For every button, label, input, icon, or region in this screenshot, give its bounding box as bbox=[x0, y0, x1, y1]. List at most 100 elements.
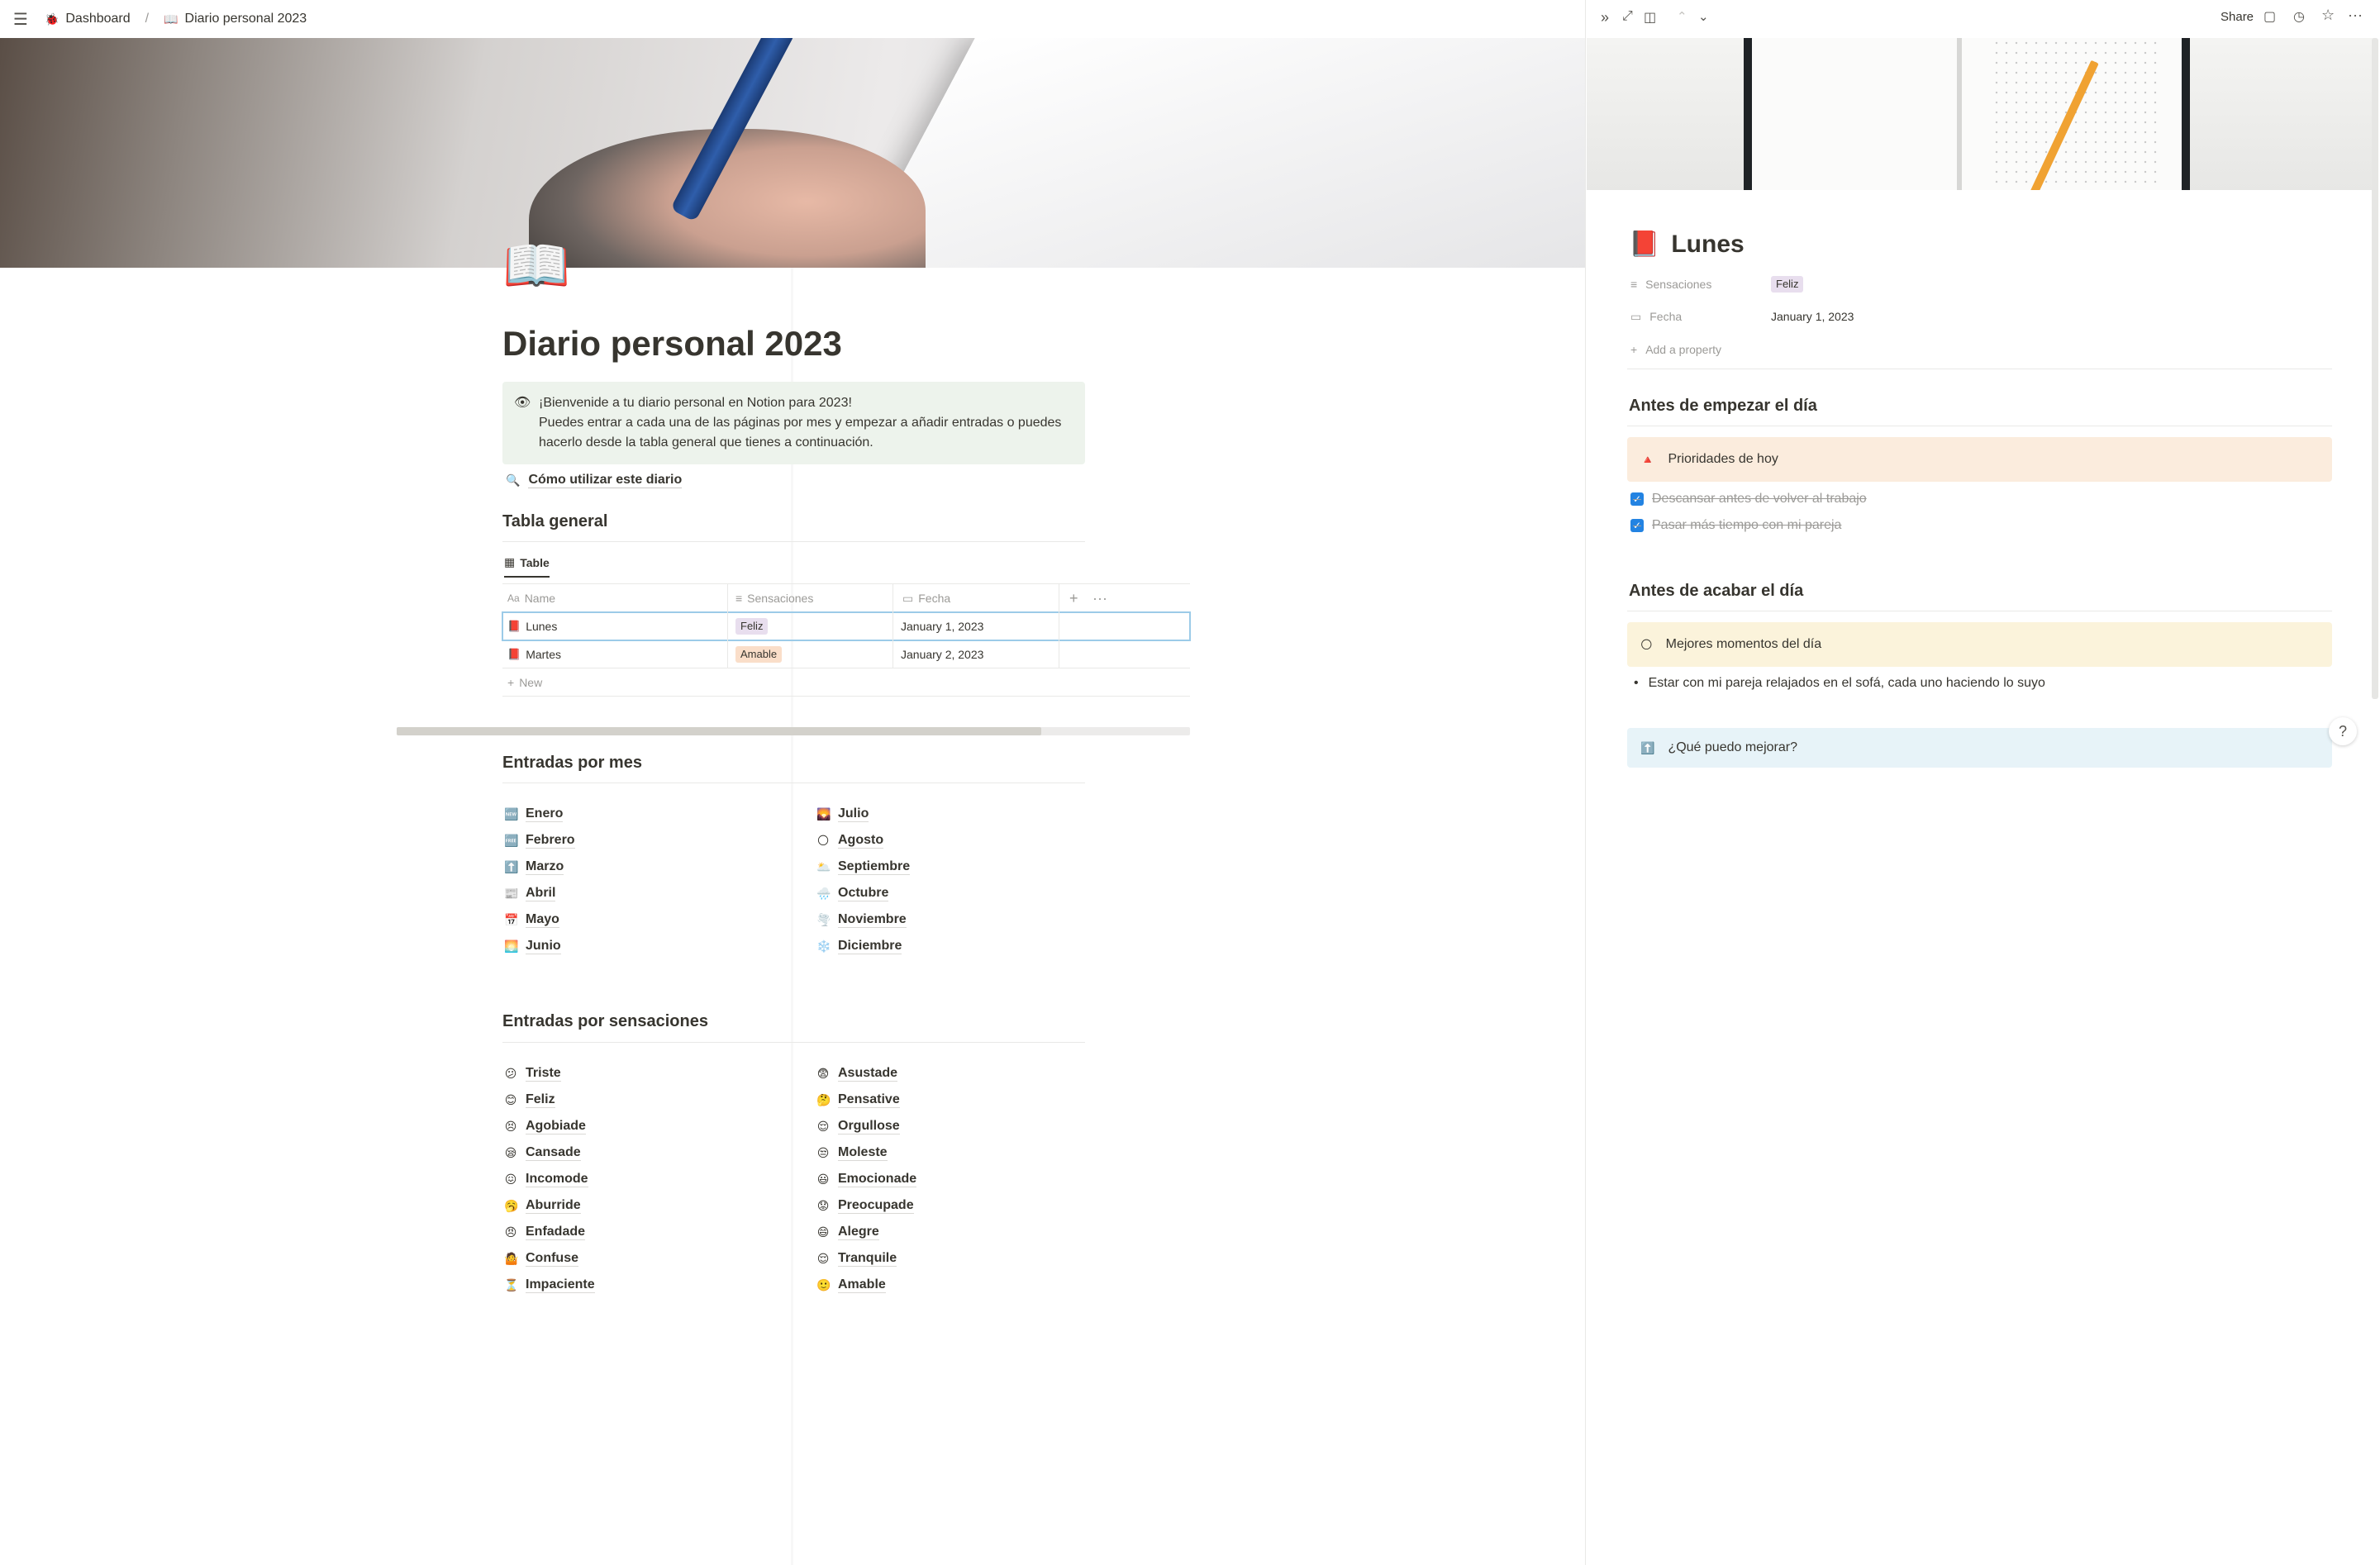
todo-item[interactable]: ✓ Pasar más tiempo con mi pareja bbox=[1630, 518, 1841, 533]
feeling-link[interactable]: Pensative bbox=[838, 1092, 900, 1108]
row-sensacion-cell[interactable]: Feliz bbox=[735, 612, 769, 640]
red-book-icon[interactable]: 📕 bbox=[1629, 230, 1659, 259]
add-property-button[interactable]: + Add a property bbox=[1630, 337, 1721, 362]
row-name[interactable]: Lunes bbox=[526, 620, 557, 633]
list-item[interactable]: 🌪️ Noviembre bbox=[816, 906, 910, 933]
row-sensacion-cell[interactable]: Amable bbox=[735, 640, 783, 668]
chevron-up-icon[interactable]: ⌃ bbox=[1677, 9, 1687, 24]
priorities-callout[interactable]: 🔺 Prioridades de hoy bbox=[1627, 437, 2332, 482]
list-item[interactable]: 😌 Tranquile bbox=[816, 1245, 916, 1272]
property-sensaciones[interactable]: ≡ Sensaciones Feliz bbox=[1630, 272, 1804, 297]
list-item[interactable]: 😌 Orgullose bbox=[816, 1113, 916, 1139]
list-item[interactable]: 😟 Preocupade bbox=[816, 1192, 916, 1219]
property-date-value[interactable]: January 1, 2023 bbox=[1771, 310, 1854, 323]
list-item[interactable]: 🌕 Agosto bbox=[816, 827, 910, 854]
list-item[interactable]: ⬆️ Marzo bbox=[504, 854, 575, 880]
list-item[interactable]: 😠 Enfadade bbox=[504, 1219, 595, 1245]
bullet-item[interactable]: • Estar con mi pareja relajados en el so… bbox=[1634, 676, 2045, 691]
guide-link[interactable]: 🔍 Cómo utilizar este diario bbox=[506, 473, 683, 488]
list-item[interactable]: 😃 Emocionade bbox=[816, 1166, 917, 1192]
history-icon[interactable]: ◷ bbox=[2293, 8, 2305, 25]
share-button[interactable]: Share bbox=[2221, 10, 2254, 24]
feeling-link[interactable]: Orgullose bbox=[838, 1119, 900, 1135]
list-item[interactable]: 📅 Mayo bbox=[504, 906, 575, 933]
vertical-scrollbar[interactable] bbox=[2372, 38, 2378, 699]
row-fecha-cell[interactable]: January 2, 2023 bbox=[901, 640, 983, 668]
feeling-link[interactable]: Triste bbox=[526, 1066, 561, 1082]
panel-title-text[interactable]: Lunes bbox=[1671, 231, 1744, 259]
feeling-link[interactable]: Preocupade bbox=[838, 1198, 914, 1214]
expand-icon[interactable]: ⤢ bbox=[1622, 9, 1633, 24]
new-row-button[interactable]: + New bbox=[502, 668, 1190, 697]
breadcrumb-page[interactable]: Diario personal 2023 bbox=[185, 12, 307, 26]
month-link[interactable]: Septiembre bbox=[838, 859, 911, 875]
list-item[interactable]: 🆓 Febrero bbox=[504, 827, 575, 854]
month-link[interactable]: Mayo bbox=[526, 912, 559, 928]
list-item[interactable]: 😖 Incomode bbox=[504, 1166, 595, 1192]
list-item[interactable]: 🤔 Pensative bbox=[816, 1087, 916, 1113]
column-fecha[interactable]: ▭ Fecha bbox=[902, 584, 950, 612]
month-link[interactable]: Junio bbox=[526, 939, 561, 954]
list-item[interactable]: ⏳ Impaciente bbox=[504, 1272, 595, 1298]
month-link[interactable]: Enero bbox=[526, 806, 564, 822]
feeling-link[interactable]: Agobiade bbox=[526, 1119, 586, 1135]
guide-link-label[interactable]: Cómo utilizar este diario bbox=[528, 473, 683, 488]
list-item[interactable]: 🌧️ Octubre bbox=[816, 880, 910, 906]
row-name-cell[interactable]: 📕 Martes bbox=[507, 640, 561, 668]
list-item[interactable]: 🌥️ Septiembre bbox=[816, 854, 911, 880]
feeling-link[interactable]: Emocionade bbox=[838, 1172, 917, 1187]
end-day-heading[interactable]: Antes de acabar el día bbox=[1629, 582, 1803, 601]
row-name-cell[interactable]: 📕 Lunes bbox=[507, 612, 557, 640]
feeling-link[interactable]: Amable bbox=[838, 1277, 886, 1293]
row-name[interactable]: Martes bbox=[526, 648, 561, 661]
feeling-link[interactable]: Feliz bbox=[526, 1092, 555, 1108]
panel-title[interactable]: 📕 Lunes bbox=[1629, 230, 1745, 259]
row-fecha-cell[interactable]: January 1, 2023 bbox=[901, 612, 983, 640]
month-link[interactable]: Febrero bbox=[526, 833, 575, 849]
scrollbar-thumb[interactable] bbox=[397, 727, 1041, 735]
property-fecha[interactable]: ▭ Fecha January 1, 2023 bbox=[1630, 304, 1854, 329]
star-icon[interactable]: ☆ bbox=[2321, 7, 2335, 24]
close-panel-icon[interactable]: » bbox=[1601, 9, 1609, 26]
list-item[interactable]: 🙂 Amable bbox=[816, 1272, 916, 1298]
month-link[interactable]: Octubre bbox=[838, 886, 889, 901]
feeling-link[interactable]: Moleste bbox=[838, 1145, 888, 1161]
table-heading[interactable]: Tabla general bbox=[502, 512, 607, 531]
comment-icon[interactable]: ▢ bbox=[2263, 8, 2276, 25]
feeling-link[interactable]: Alegre bbox=[838, 1225, 879, 1240]
best-moments-callout[interactable]: 🌕 Mejores momentos del día bbox=[1627, 622, 2332, 667]
list-item[interactable]: 😕 Triste bbox=[504, 1060, 595, 1087]
list-item[interactable]: ❄️ Diciembre bbox=[816, 933, 910, 959]
menu-icon[interactable]: ☰ bbox=[13, 9, 28, 30]
feeling-link[interactable]: Impaciente bbox=[526, 1277, 595, 1293]
list-item[interactable]: 😒 Moleste bbox=[816, 1139, 916, 1166]
todo-text[interactable]: Pasar más tiempo con mi pareja bbox=[1652, 518, 1841, 533]
month-link[interactable]: Diciembre bbox=[838, 939, 902, 954]
list-item[interactable]: 📰 Abril bbox=[504, 880, 575, 906]
todo-item[interactable]: ✓ Descansar antes de volver al trabajo bbox=[1630, 492, 1867, 507]
list-item[interactable]: 🌄 Julio bbox=[816, 801, 910, 827]
checkbox-checked-icon[interactable]: ✓ bbox=[1630, 492, 1644, 506]
feeling-link[interactable]: Enfadade bbox=[526, 1225, 586, 1240]
feeling-link[interactable]: Aburride bbox=[526, 1198, 581, 1214]
feeling-link[interactable]: Incomode bbox=[526, 1172, 588, 1187]
layout-icon[interactable]: ◫ bbox=[1644, 9, 1656, 26]
feeling-link[interactable]: Confuse bbox=[526, 1251, 578, 1267]
list-item[interactable]: 😨 Asustade bbox=[816, 1060, 916, 1087]
checkbox-checked-icon[interactable]: ✓ bbox=[1630, 519, 1644, 532]
new-row[interactable]: + New bbox=[507, 668, 542, 696]
before-day-heading[interactable]: Antes de empezar el día bbox=[1629, 397, 1817, 416]
more-options-icon[interactable]: ··· bbox=[1092, 584, 1107, 612]
list-item[interactable]: 🥱 Aburride bbox=[504, 1192, 595, 1219]
month-link[interactable]: Abril bbox=[526, 886, 556, 901]
callout-text[interactable]: ¡Bienvenide a tu diario personal en Noti… bbox=[539, 393, 1076, 453]
list-item[interactable]: 😣 Agobiade bbox=[504, 1113, 595, 1139]
month-link[interactable]: Marzo bbox=[526, 859, 564, 875]
column-sensaciones[interactable]: ≡ Sensaciones bbox=[735, 584, 813, 612]
list-item[interactable]: 😊 Feliz bbox=[504, 1087, 595, 1113]
feeling-link[interactable]: Cansade bbox=[526, 1145, 581, 1161]
list-item[interactable]: 🌅 Junio bbox=[504, 933, 575, 959]
add-column-icon[interactable]: + bbox=[1069, 584, 1078, 612]
list-item[interactable]: 🤷 Confuse bbox=[504, 1245, 595, 1272]
column-name[interactable]: Aa Name bbox=[507, 584, 555, 612]
